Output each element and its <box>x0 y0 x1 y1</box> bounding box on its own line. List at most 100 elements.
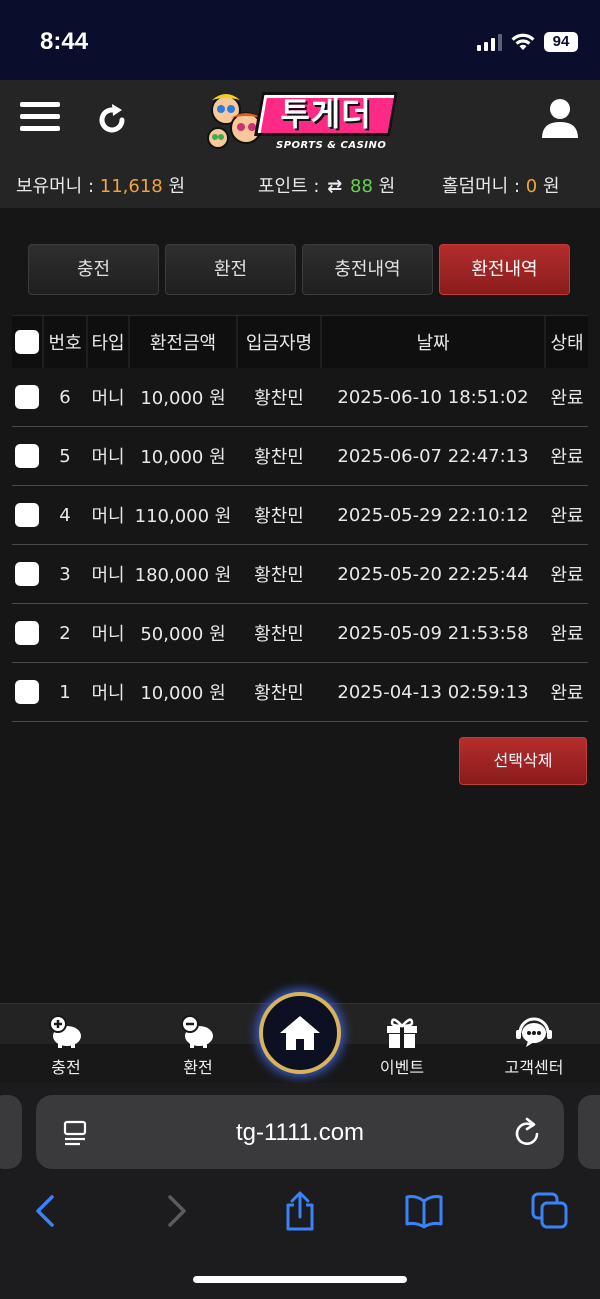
share-icon[interactable] <box>280 1191 320 1231</box>
cell-depositor: 황찬민 <box>254 683 304 704</box>
holdem-money-label: 홀덤머니 : <box>442 176 521 197</box>
cell-type: 머니 <box>91 506 125 527</box>
gift-icon <box>387 1018 417 1048</box>
address-bar[interactable]: tg-1111.com <box>36 1095 564 1169</box>
cell-amount: 180,000 원 <box>134 565 232 586</box>
holdem-money-value: 0 <box>525 176 538 197</box>
header-amount: 환전금액 <box>149 333 217 354</box>
header-status: 상태 <box>550 333 584 354</box>
cell-amount: 110,000 원 <box>134 506 232 527</box>
bottom-nav: 충전 환전 이벤트 고객센터 <box>0 992 600 1083</box>
row-checkbox[interactable] <box>15 385 39 409</box>
cell-amount: 10,000 원 <box>140 388 226 409</box>
row-checkbox[interactable] <box>15 621 39 645</box>
tab-withdraw[interactable]: 환전 <box>165 244 296 295</box>
table-header: 번호 타입 환전금액 입금자명 날짜 상태 <box>12 315 588 368</box>
back-icon[interactable] <box>26 1191 66 1231</box>
points: 포인트 : ⇄ 88 원 <box>258 172 395 198</box>
row-select-cell <box>12 427 42 485</box>
nav-deposit[interactable]: 충전 <box>21 1014 111 1078</box>
header-date: 날짜 <box>416 333 450 354</box>
cell-date: 2025-06-07 22:47:13 <box>337 445 529 467</box>
holdem-money-unit: 원 <box>542 176 560 197</box>
select-all-checkbox[interactable] <box>15 330 39 354</box>
table-body: 6 머니 10,000 원 황찬민 2025-06-10 18:51:02 완료 5 머니 10… <box>12 368 588 722</box>
cell-status: 완료 <box>550 683 584 704</box>
tab-deposit[interactable]: 충전 <box>28 244 159 295</box>
cellular-signal-icon <box>477 33 502 51</box>
piggy-plus-icon <box>49 1015 81 1048</box>
withdraw-history-table: 번호 타입 환전금액 입금자명 날짜 상태 6 머니 10,000 원 황찬민 2025… <box>12 315 588 722</box>
cell-status: 완료 <box>550 447 584 468</box>
cell-amount: 50,000 원 <box>140 624 226 645</box>
menu-button[interactable] <box>20 102 60 138</box>
table-row: 3 머니 180,000 원 황찬민 2025-05-20 22:25:44 완료 <box>12 545 588 604</box>
tabs-icon[interactable] <box>530 1191 570 1231</box>
cell-no: 1 <box>59 681 71 703</box>
cell-type: 머니 <box>91 683 125 704</box>
row-checkbox[interactable] <box>15 503 39 527</box>
cell-status: 완료 <box>550 565 584 586</box>
previous-tab-preview[interactable] <box>0 1095 22 1169</box>
piggy-minus-icon <box>181 1015 213 1048</box>
site-logo[interactable]: 투게더 SPORTS & CASINO <box>206 88 398 154</box>
table-row: 2 머니 50,000 원 황찬민 2025-05-09 21:53:58 완료 <box>12 604 588 663</box>
cell-status: 완료 <box>550 388 584 409</box>
cell-amount: 10,000 원 <box>140 683 226 704</box>
row-select-cell <box>12 604 42 662</box>
tab-bar: 충전 환전 충전내역 환전내역 <box>28 244 570 295</box>
table-row: 5 머니 10,000 원 황찬민 2025-06-07 22:47:13 완료 <box>12 427 588 486</box>
nav-support[interactable]: 고객센터 <box>489 1014 579 1078</box>
row-checkbox[interactable] <box>15 444 39 468</box>
bookmarks-icon[interactable] <box>404 1191 444 1231</box>
logo-wordmark: 투게더 <box>254 92 398 136</box>
exchange-arrows-icon[interactable]: ⇄ <box>327 176 342 197</box>
cell-date: 2025-05-29 22:10:12 <box>337 504 529 526</box>
refresh-icon[interactable] <box>92 100 132 140</box>
tab-withdraw-history[interactable]: 환전내역 <box>439 244 570 295</box>
row-checkbox[interactable] <box>15 562 39 586</box>
header-depositor: 입금자명 <box>245 333 313 354</box>
url-text: tg-1111.com <box>235 1119 365 1146</box>
cell-no: 4 <box>59 504 71 526</box>
logo-title: 투게더 <box>280 95 372 133</box>
user-profile-icon[interactable] <box>538 96 582 140</box>
cell-date: 2025-04-13 02:59:13 <box>337 681 529 703</box>
forward-icon[interactable] <box>156 1191 196 1231</box>
site-header: 투게더 SPORTS & CASINO 보유머니 : 11,618 원 포인트 … <box>0 80 600 208</box>
nav-withdraw[interactable]: 환전 <box>153 1014 243 1078</box>
table-row: 1 머니 10,000 원 황찬민 2025-04-13 02:59:13 완료 <box>12 663 588 722</box>
browser-toolbar: tg-1111.com <box>0 1083 600 1299</box>
nav-support-label: 고객센터 <box>504 1058 564 1077</box>
cell-type: 머니 <box>91 447 125 468</box>
points-label: 포인트 : <box>258 176 320 197</box>
tab-deposit-history[interactable]: 충전내역 <box>302 244 433 295</box>
table-row: 4 머니 110,000 원 황찬민 2025-05-29 22:10:12 완료 <box>12 486 588 545</box>
row-select-cell <box>12 663 42 721</box>
cell-depositor: 황찬민 <box>254 506 304 527</box>
wifi-icon <box>511 33 535 50</box>
row-select-cell <box>12 486 42 544</box>
nav-deposit-label: 충전 <box>51 1058 81 1077</box>
home-indicator <box>193 1276 407 1283</box>
header-type: 타입 <box>91 333 125 354</box>
next-tab-preview[interactable] <box>578 1095 600 1169</box>
cell-no: 6 <box>59 386 71 408</box>
cell-depositor: 황찬민 <box>254 388 304 409</box>
nav-event-label: 이벤트 <box>379 1058 425 1077</box>
holdem-money: 홀덤머니 : 0 원 <box>442 172 560 198</box>
status-icons: 94 <box>477 32 578 52</box>
row-checkbox[interactable] <box>15 680 39 704</box>
ios-status-bar: 8:44 94 <box>0 0 600 80</box>
status-time: 8:44 <box>40 28 89 55</box>
cell-depositor: 황찬민 <box>254 565 304 586</box>
delete-selected-button[interactable]: 선택삭제 <box>459 737 587 785</box>
holding-money-label: 보유머니 : <box>16 176 95 197</box>
cell-depositor: 황찬민 <box>254 624 304 645</box>
nav-event[interactable]: 이벤트 <box>357 1014 447 1078</box>
nav-home-button[interactable] <box>259 992 341 1074</box>
points-unit: 원 <box>378 176 396 197</box>
holding-money-value: 11,618 <box>99 176 163 197</box>
balance-bar: 보유머니 : 11,618 원 포인트 : ⇄ 88 원 홀덤머니 : 0 원 <box>0 172 600 198</box>
reload-icon[interactable] <box>514 1117 542 1147</box>
